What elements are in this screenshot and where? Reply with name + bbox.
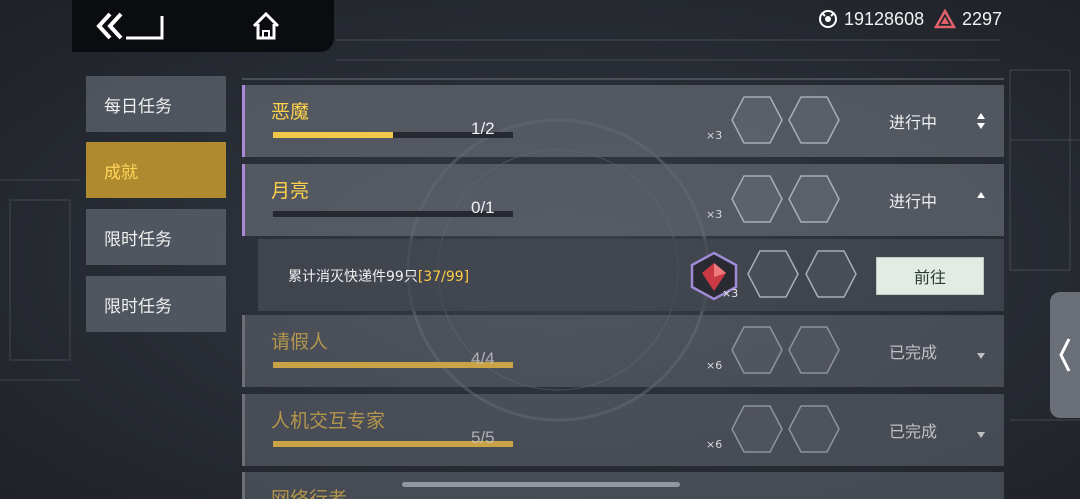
currency-gene-coin: 19128608	[818, 6, 924, 32]
quest-status: 进行中	[889, 192, 938, 211]
sidebar-item-label: 限时任务	[104, 229, 172, 250]
reward-slot-hex-icon	[731, 175, 783, 223]
sub-objective-text: 累计消灭快递件99只[37/99]	[288, 269, 470, 285]
expand-toggle-icon[interactable]	[975, 420, 987, 440]
collapse-toggle-icon[interactable]	[975, 190, 987, 210]
sidebar-item-limited-tasks[interactable]: 限时任务	[86, 209, 226, 265]
reward-slot-hex-icon	[731, 96, 783, 144]
expand-toggle-icon[interactable]	[975, 341, 987, 361]
reward-slot-hex-icon	[731, 326, 783, 374]
reward-slot-hex-icon	[788, 405, 840, 453]
double-chevron-back-icon	[96, 12, 164, 40]
quest-status: 进行中	[889, 113, 938, 132]
quest-title: 人机交互专家	[271, 410, 386, 432]
sidebar-item-limited-tasks-2[interactable]: 限时任务	[86, 276, 226, 332]
quest-row-demon[interactable]: 恶魔 1/2 ×3 进行中	[242, 85, 1004, 157]
reward-multiplier: ×6	[706, 438, 723, 451]
sidebar-item-achievements[interactable]: 成就	[86, 142, 226, 198]
reward-slot-hex-icon	[731, 405, 783, 453]
reward-multiplier: ×3	[706, 129, 723, 142]
gene-coin-icon	[819, 10, 837, 28]
quest-row-moon[interactable]: 月亮 0/1 ×3 进行中	[242, 164, 1004, 236]
sub-objective-count: [37/99]	[417, 269, 470, 285]
quest-status: 已完成	[889, 422, 938, 441]
sidebar-item-label: 成就	[104, 162, 138, 183]
quest-row-leave-taker[interactable]: 请假人 4/4 ×6 已完成	[242, 315, 1004, 387]
reward-slot-hex-icon	[788, 326, 840, 374]
chevron-left-icon	[1059, 338, 1071, 372]
list-divider	[242, 78, 1004, 80]
reward-slot-hex-icon	[805, 250, 857, 298]
back-button[interactable]	[96, 8, 168, 44]
quest-title: 月亮	[271, 180, 310, 202]
quest-title: 恶魔	[271, 101, 310, 123]
home-button[interactable]	[248, 8, 284, 44]
reward-slot-hex-icon	[788, 175, 840, 223]
currency-gem: 2297	[934, 6, 1002, 32]
quest-status: 已完成	[889, 343, 938, 362]
reward-multiplier: ×3	[706, 208, 723, 221]
sidebar-item-label: 限时任务	[104, 296, 172, 317]
gene-coin-value: 19128608	[844, 8, 925, 29]
sub-objective-row: 累计消灭快递件99只[37/99] ×3 前往	[258, 239, 1004, 311]
progress-text: 5/5	[471, 428, 495, 447]
go-button[interactable]: 前往	[876, 257, 984, 295]
progress-bar-fill	[273, 132, 393, 138]
reward-multiplier: ×6	[706, 359, 723, 372]
home-icon	[252, 11, 280, 40]
gem-value: 2297	[962, 8, 1003, 29]
quest-row-hci-expert[interactable]: 人机交互专家 5/5 ×6 已完成	[242, 394, 1004, 466]
quest-title: 请假人	[271, 331, 329, 353]
side-drawer-handle[interactable]	[1050, 292, 1080, 418]
red-triangle-gem-icon	[934, 9, 956, 29]
reward-multiplier: ×3	[722, 287, 739, 300]
expand-toggle-icon[interactable]	[975, 111, 987, 131]
progress-text: 0/1	[471, 198, 495, 217]
sidebar-item-daily-tasks[interactable]: 每日任务	[86, 76, 226, 132]
progress-text: 1/2	[471, 119, 495, 138]
horizontal-scrollbar[interactable]	[402, 482, 680, 487]
reward-slot-hex-icon	[747, 250, 799, 298]
quest-title: 网络行者	[271, 488, 348, 499]
sidebar-item-label: 每日任务	[104, 96, 172, 117]
progress-text: 4/4	[471, 349, 495, 368]
screen: 19128608 2297 每日任务 成就 限时任务 限时任务 恶魔 1/2 ×…	[0, 0, 1080, 499]
reward-slot-hex-icon	[788, 96, 840, 144]
